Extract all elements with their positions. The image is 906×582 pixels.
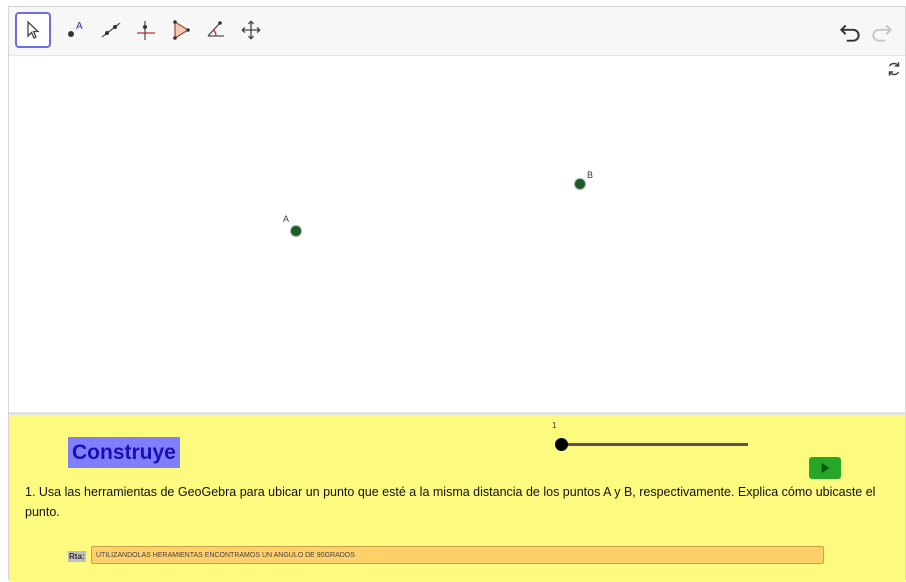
undo-icon[interactable] (837, 19, 863, 45)
point-label-a: A (283, 214, 290, 224)
angle-tool-button[interactable] (199, 13, 233, 47)
point-b[interactable] (575, 179, 585, 189)
question-text: 1. Usa las herramientas de GeoGebra para… (25, 485, 876, 519)
toolbar: A (9, 7, 905, 56)
polygon-icon (173, 20, 190, 40)
section-title: Construye (68, 437, 180, 468)
svg-text:A: A (76, 21, 83, 32)
angle-icon (207, 21, 224, 37)
move-graphics-tool-button[interactable] (234, 13, 268, 47)
point-label-b: B (587, 170, 594, 180)
refresh-icon[interactable] (885, 60, 903, 78)
answer-value: UTILIZANDOLAS HERAMIENTAS ENCONTRAMOS UN… (96, 551, 355, 559)
move-tool-button[interactable] (15, 12, 51, 48)
perpendicular-line-tool-button[interactable] (129, 13, 163, 47)
answer-input[interactable]: UTILIZANDOLAS HERAMIENTAS ENCONTRAMOS UN… (91, 546, 824, 564)
answer-label: Rta: (68, 551, 86, 562)
move-graphics-icon (241, 20, 261, 40)
play-icon (821, 462, 830, 474)
point-a[interactable] (291, 226, 301, 236)
polygon-tool-button[interactable] (164, 13, 198, 47)
line-tool-button[interactable] (94, 13, 128, 47)
slider-value: 1 (552, 421, 557, 430)
line-icon (101, 22, 121, 38)
graphics-view[interactable]: A B (9, 56, 905, 412)
slider-track[interactable] (562, 443, 748, 446)
geogebra-applet: A A B Construye 1 1. Usa las herramienta… (8, 6, 906, 582)
arrow-cursor-icon (27, 20, 40, 39)
activity-panel: Construye 1 1. Usa las herramientas de G… (9, 412, 905, 582)
play-button[interactable] (809, 457, 841, 479)
point-tool-button[interactable]: A (59, 13, 93, 47)
slider-handle[interactable] (555, 438, 568, 451)
point-A-icon: A (68, 21, 83, 37)
perpendicular-icon (137, 21, 155, 40)
redo-icon[interactable] (869, 19, 895, 45)
